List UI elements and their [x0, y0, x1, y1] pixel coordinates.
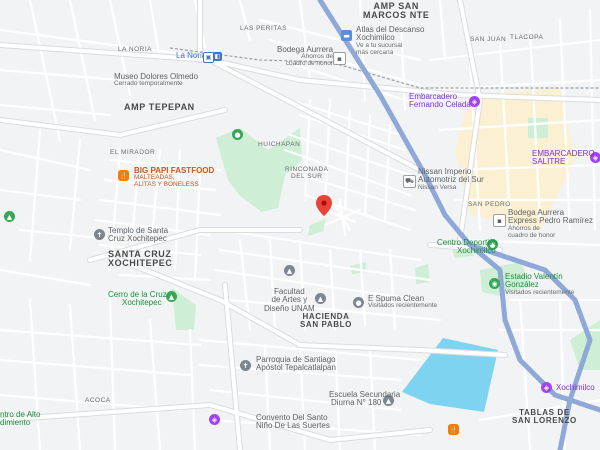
poi-xochimilco[interactable]: Xochimilco — [556, 383, 595, 392]
poi-name: Cruz Xochitepec — [108, 234, 167, 244]
poi-cerro-de-la-cruz[interactable]: Cerro de la Cruz Xochitepec — [108, 290, 167, 308]
poi-name: Fernando Celada — [409, 100, 471, 110]
university-icon[interactable]: ▲ — [284, 265, 295, 276]
poi-templo-santa-cruz[interactable]: Templo de Santa Cruz Xochitepec — [108, 226, 168, 244]
poi-name: SALITRE — [532, 157, 566, 167]
church-icon[interactable]: ◈ — [209, 414, 220, 425]
poi-name: Diseño UNAM — [264, 303, 315, 313]
poi-subtitle: Cerrado temporalmente — [114, 80, 183, 88]
area-label-tablas: TABLAS DE SAN LORENZO — [512, 408, 577, 426]
poi-name: Apóstol Tepalcatlalpan — [256, 363, 336, 373]
poi-e-spuma-clean[interactable]: E Spuma Clean Visitados recientemente — [368, 294, 438, 310]
neighborhood-label: EL MIRADOR — [110, 149, 156, 156]
park-icon[interactable]: ▲ — [166, 291, 177, 302]
poi-convento-santo-nino[interactable]: Convento Del Santo Niño De Las Suertes — [256, 413, 330, 431]
neighborhood-label: SAN PEDRO — [468, 201, 511, 208]
poi-name: Xochimilco — [457, 246, 496, 256]
poi-escuela-secundaria[interactable]: Escuela Secundaria Diurna N° 180 — [329, 390, 400, 408]
poi-bodega-aurrera-express[interactable]: Bodega Aurrera Express Pedro Ramírez Aho… — [508, 208, 593, 239]
poi-estadio-valentin-gonzalez[interactable]: Estadio Valentín González Visitados reci… — [505, 272, 575, 297]
poi-centro-alto-rendimiento[interactable]: ntro de Alto dimiento — [0, 410, 40, 428]
poi-name: Xochimilco — [556, 383, 595, 392]
poi-name: La Noria — [176, 51, 207, 60]
neighborhood-label: LA NORIA — [118, 46, 152, 53]
poi-name: Diurna N° 180 — [331, 398, 382, 408]
poi-subtitle: cuadro de honor — [508, 231, 556, 239]
poi-subtitle: Visitados recientemente — [505, 288, 575, 296]
poi-subtitle: más cercana — [356, 48, 394, 56]
park-icon[interactable]: ● — [232, 129, 243, 140]
poi-subtitle: Nissan Versa — [418, 183, 457, 191]
poi-nissan-imperio[interactable]: Nissan Imperio Automotriz del Sur Nissan… — [418, 167, 484, 192]
neighborhood-label: ACOCA — [85, 397, 111, 404]
park-icon[interactable]: ▲ — [4, 211, 15, 222]
church-icon[interactable]: ✝ — [94, 229, 105, 240]
store-icon[interactable]: ▪ — [493, 214, 506, 227]
store-icon[interactable]: ▬ — [341, 30, 352, 41]
boat-icon[interactable]: ◈ — [541, 382, 552, 393]
poi-embarcadero-fernando-celada[interactable]: Embarcadero Fernando Celada — [409, 92, 471, 110]
map-view[interactable]: AMP SAN MARCOS NTE AMP TEPEPAN SANTA CRU… — [0, 0, 600, 450]
neighborhood-label: RINCONADA DEL SUR — [285, 166, 329, 181]
poi-big-papi-fastfood[interactable]: BIG PAPI FASTFOOD MALTEADAS, ALITAS Y BO… — [134, 166, 214, 189]
poi-subtitle: cuadro de honor — [285, 60, 334, 68]
neighborhood-label: SAN JUAN — [470, 36, 507, 43]
area-label-line: SAN PABLO — [300, 320, 352, 330]
university-icon[interactable]: ▲ — [315, 293, 326, 304]
neighborhood-label-line: DEL SUR — [291, 172, 323, 180]
poi-centro-deportivo[interactable]: Centro Deportivo Xochimilco — [437, 238, 497, 256]
poi-subtitle: Visitados recientemente — [368, 302, 438, 310]
poi-embarcadero-salitre[interactable]: EMBARCADERO SALITRE — [532, 149, 595, 167]
poi-atlas[interactable]: Atlas del Descanso Xochimilco Ve a tu su… — [356, 25, 424, 56]
poi-parroquia-santiago[interactable]: Parroquia de Santiago Apóstol Tepalcatla… — [256, 355, 336, 373]
neighborhood-label: TLACOPA — [510, 34, 544, 41]
poi-facultad-artes-diseno[interactable]: Facultad de Artes y Diseño UNAM — [264, 287, 315, 313]
poi-bodega-aurrera[interactable]: Bodega Aurrera Ahorros de cuadro de hono… — [277, 45, 334, 68]
area-label-line: MARCOS NTE — [363, 10, 430, 21]
area-label-santa-cruz: SANTA CRUZ XOCHITEPEC — [108, 249, 173, 269]
church-icon[interactable]: ✝ — [240, 360, 251, 371]
restaurant-icon[interactable]: 🍴 — [448, 424, 459, 435]
poi-subtitle: ALITAS Y BONELESS — [134, 181, 199, 189]
poi-la-noria-station[interactable]: La Noria — [176, 51, 207, 60]
area-label-amp-san-marcos: AMP SAN MARCOS NTE — [363, 1, 430, 21]
car-dealer-icon[interactable]: ⛟ — [403, 175, 416, 188]
poi-name: Niño De Las Suertes — [256, 421, 330, 431]
poi-museo-dolores-olmedo[interactable]: Museo Dolores Olmedo Cerrado temporalmen… — [114, 72, 198, 88]
area-label-line: SAN LORENZO — [512, 416, 577, 426]
neighborhood-label: LAS PERITAS — [240, 25, 287, 32]
store-icon[interactable]: ▪ — [333, 52, 346, 65]
area-label-hacienda: HACIENDA SAN PABLO — [300, 312, 352, 330]
store-icon[interactable]: ● — [353, 297, 364, 308]
area-label-line: XOCHITEPEC — [108, 258, 173, 269]
poi-name: Xochitepec — [122, 298, 162, 308]
restaurant-icon[interactable]: 🍴 — [118, 170, 129, 181]
stadium-icon[interactable]: ◉ — [489, 278, 500, 289]
area-label-amp-tepepan: AMP TEPEPAN — [124, 102, 195, 112]
rail-icon[interactable]: ◧ — [213, 52, 222, 61]
neighborhood-label: HUICHAPAN — [258, 141, 301, 148]
park-small-1 — [528, 118, 548, 138]
poi-name: dimiento — [0, 418, 31, 428]
